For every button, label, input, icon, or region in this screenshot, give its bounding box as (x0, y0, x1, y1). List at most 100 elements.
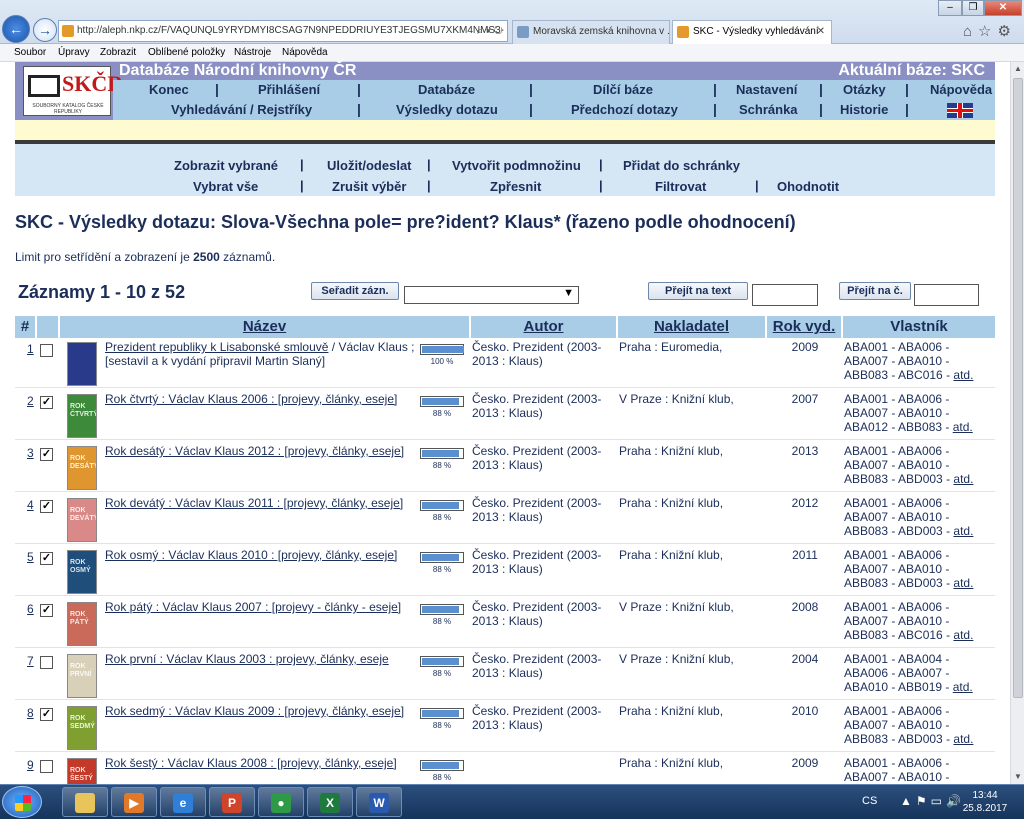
action-zobrazit-vybrane[interactable]: Zobrazit vybrané (174, 158, 278, 173)
owner-more-link[interactable]: atd. (953, 680, 973, 694)
skcr-logo[interactable]: SKČR SOUBORNÝ KATALOG ČESKÉ REPUBLIKY (23, 66, 123, 116)
nav-nastaveni[interactable]: Nastavení (736, 82, 797, 97)
minimize-button[interactable]: – (938, 0, 962, 16)
row-checkbox[interactable] (40, 760, 53, 773)
action-vytvorit-podmnozinu[interactable]: Vytvořit podmnožinu (452, 158, 581, 173)
row-number[interactable]: 2 (21, 392, 41, 408)
taskbar-app-word[interactable]: W (356, 787, 402, 817)
menu-item[interactable]: Zobrazit (100, 44, 136, 61)
book-cover-image[interactable] (67, 342, 97, 386)
record-title-link[interactable]: Rok osmý : Václav Klaus 2010 : [projevy,… (105, 548, 397, 562)
action-filtrovat[interactable]: Filtrovat (655, 179, 706, 194)
record-title-link[interactable]: Prezident republiky k Lisabonské smlouvě (105, 340, 328, 354)
address-tools-icon[interactable]: ⌕ ▾ ↻ (477, 21, 503, 41)
action-vybrat-vse[interactable]: Vybrat vše (193, 179, 258, 194)
owner-more-link[interactable]: atd. (953, 576, 973, 590)
row-number[interactable]: 5 (21, 548, 41, 564)
row-number[interactable]: 8 (21, 704, 41, 720)
menu-item[interactable]: Oblíbené položky (148, 44, 225, 61)
language-indicator[interactable]: CS (862, 795, 877, 807)
menu-item[interactable]: Soubor (14, 44, 46, 61)
sort-select[interactable]: ▼ (404, 286, 579, 304)
home-favorites-settings-icons[interactable]: ⌂☆⚙ (963, 22, 1017, 40)
row-checkbox[interactable] (40, 656, 53, 669)
nav-historie[interactable]: Historie (840, 102, 888, 117)
english-flag-icon[interactable] (947, 103, 973, 118)
scroll-up-icon[interactable]: ▲ (1011, 62, 1024, 76)
goto-text-button[interactable]: Přejít na text (648, 282, 748, 300)
action-ohodnotit[interactable]: Ohodnotit (777, 179, 839, 194)
book-cover-image[interactable]: ROK OSMÝ (67, 550, 97, 594)
row-checkbox[interactable]: ✓ (40, 708, 53, 721)
forward-button[interactable]: → (33, 18, 57, 42)
nav-vyhledavani[interactable]: Vyhledávání / Rejstříky (171, 102, 312, 117)
row-checkbox[interactable]: ✓ (40, 396, 53, 409)
taskbar-app-excel[interactable]: X (307, 787, 353, 817)
back-button[interactable]: ← (2, 15, 30, 43)
column-header-author[interactable]: Autor (471, 316, 616, 338)
system-clock[interactable]: 13:44 25.8.2017 (960, 789, 1010, 815)
action-zrusit-vyber[interactable]: Zrušit výběr (332, 179, 406, 194)
owner-more-link[interactable]: atd. (953, 732, 973, 746)
record-title-link[interactable]: Rok první : Václav Klaus 2003 : projevy,… (105, 652, 389, 666)
nav-predchozi-dotazy[interactable]: Předchozí dotazy (571, 102, 678, 117)
tab-mzk[interactable]: Moravská zemská knihovna v ... (512, 20, 670, 44)
sort-records-button[interactable]: Seřadit zázn. (311, 282, 399, 300)
taskbar-app-chrome[interactable]: ● (258, 787, 304, 817)
menu-item[interactable]: Nástroje (234, 44, 271, 61)
address-bar[interactable]: http://aleph.nkp.cz/F/VAQUNQL9YRYDMYI8CS… (58, 20, 508, 42)
nav-dilci-baze[interactable]: Dílčí báze (593, 82, 653, 97)
nav-otazky[interactable]: Otázky (843, 82, 886, 97)
owner-more-link[interactable]: atd. (953, 628, 973, 642)
owner-more-link[interactable]: atd. (953, 368, 973, 382)
menu-item[interactable]: Nápověda (282, 44, 328, 61)
vertical-scrollbar[interactable]: ▲ ▼ (1010, 62, 1024, 784)
book-cover-image[interactable]: ROK PRVNÍ (67, 654, 97, 698)
book-cover-image[interactable]: ROK DEVÁTÝ (67, 498, 97, 542)
nav-schranka[interactable]: Schránka (739, 102, 798, 117)
taskbar-app-explorer[interactable] (62, 787, 108, 817)
record-title-link[interactable]: Rok desátý : Václav Klaus 2012 : [projev… (105, 444, 404, 458)
goto-text-input[interactable] (752, 284, 818, 306)
row-number[interactable]: 3 (21, 444, 41, 460)
scroll-thumb[interactable] (1013, 78, 1023, 698)
taskbar-app-ie[interactable]: e (160, 787, 206, 817)
record-title-link[interactable]: Rok sedmý : Václav Klaus 2009 : [projevy… (105, 704, 404, 718)
tab-skc[interactable]: SKC - Výsledky vyhledávání ✕ (672, 20, 832, 44)
taskbar-app-powerpoint[interactable]: P (209, 787, 255, 817)
book-cover-image[interactable]: ROK ČTVRTÝ (67, 394, 97, 438)
owner-more-link[interactable]: atd. (953, 420, 973, 434)
maximize-button[interactable]: ❐ (962, 0, 984, 16)
record-title-link[interactable]: Rok devátý : Václav Klaus 2011 : [projev… (105, 496, 403, 510)
row-number[interactable]: 6 (21, 600, 41, 616)
row-number[interactable]: 9 (21, 756, 41, 772)
row-number[interactable]: 7 (21, 652, 41, 668)
book-cover-image[interactable]: ROK DESÁTÝ (67, 446, 97, 490)
record-title-link[interactable]: Rok pátý : Václav Klaus 2007 : [projevy … (105, 600, 401, 614)
close-tab-icon[interactable]: ✕ (817, 21, 825, 43)
nav-vysledky-dotazu[interactable]: Výsledky dotazu (396, 102, 498, 117)
start-button[interactable] (2, 786, 42, 818)
row-checkbox[interactable] (40, 344, 53, 357)
action-ulozit-odeslat[interactable]: Uložit/odeslat (327, 158, 412, 173)
nav-databaze[interactable]: Databáze (418, 82, 475, 97)
close-window-button[interactable]: ✕ (984, 0, 1022, 16)
owner-more-link[interactable]: atd. (953, 472, 973, 486)
column-header-year[interactable]: Rok vyd. (767, 316, 841, 338)
tray-icons[interactable]: ▲⚑▭🔊 (900, 794, 965, 808)
row-number[interactable]: 1 (21, 340, 41, 356)
column-header-publisher[interactable]: Nakladatel (618, 316, 765, 338)
scroll-down-icon[interactable]: ▼ (1011, 770, 1024, 784)
book-cover-image[interactable]: ROK PÁTÝ (67, 602, 97, 646)
row-checkbox[interactable]: ✓ (40, 448, 53, 461)
menu-item[interactable]: Úpravy (58, 44, 90, 61)
nav-napoveda[interactable]: Nápověda (930, 82, 992, 97)
action-zpresnit[interactable]: Zpřesnit (490, 179, 541, 194)
row-number[interactable]: 4 (21, 496, 41, 512)
taskbar-app-media[interactable]: ▶ (111, 787, 157, 817)
action-pridat-do-schranky[interactable]: Přidat do schránky (623, 158, 740, 173)
goto-number-input[interactable] (914, 284, 979, 306)
nav-konec[interactable]: Konec (149, 82, 189, 97)
row-checkbox[interactable]: ✓ (40, 604, 53, 617)
row-checkbox[interactable]: ✓ (40, 552, 53, 565)
